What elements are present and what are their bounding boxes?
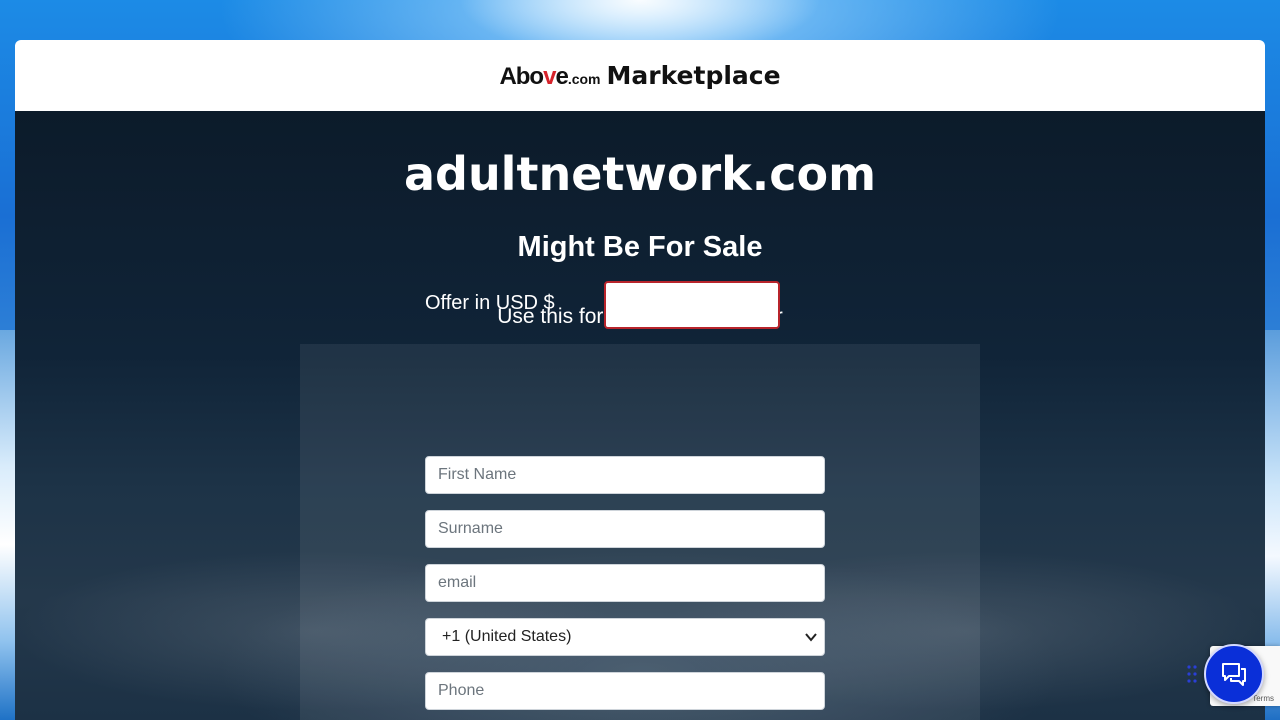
email-input[interactable] — [425, 564, 825, 602]
offer-amount-input[interactable] — [604, 281, 780, 329]
above-logo-suffix: .com — [567, 70, 601, 87]
domain-name-title: adultnetwork.com — [403, 147, 877, 201]
above-logo: Above — [499, 62, 568, 91]
offer-amount-label: Offer in USD $ — [425, 292, 555, 314]
chat-button[interactable] — [1204, 644, 1264, 704]
surname-input[interactable] — [425, 510, 825, 548]
for-sale-heading: Might Be For Sale — [517, 231, 763, 263]
chevron-down-icon — [805, 633, 817, 642]
drag-handle-icon[interactable] — [1186, 664, 1198, 684]
first-name-input[interactable] — [425, 456, 825, 494]
phone-input[interactable] — [425, 672, 825, 710]
site-header: Above .com Marketplace — [15, 40, 1265, 111]
brand-marketplace: Marketplace — [606, 60, 781, 90]
country-code-select[interactable]: +1 (United States) — [425, 618, 825, 656]
brand-logo[interactable]: Above .com Marketplace — [499, 61, 780, 91]
background-clouds-left — [0, 330, 15, 720]
above-logo-text: Above — [499, 62, 568, 90]
recaptcha-terms-link[interactable]: Terms — [1252, 694, 1274, 703]
chat-bubbles-icon — [1222, 663, 1246, 686]
country-code-selected: +1 (United States) — [442, 628, 572, 645]
